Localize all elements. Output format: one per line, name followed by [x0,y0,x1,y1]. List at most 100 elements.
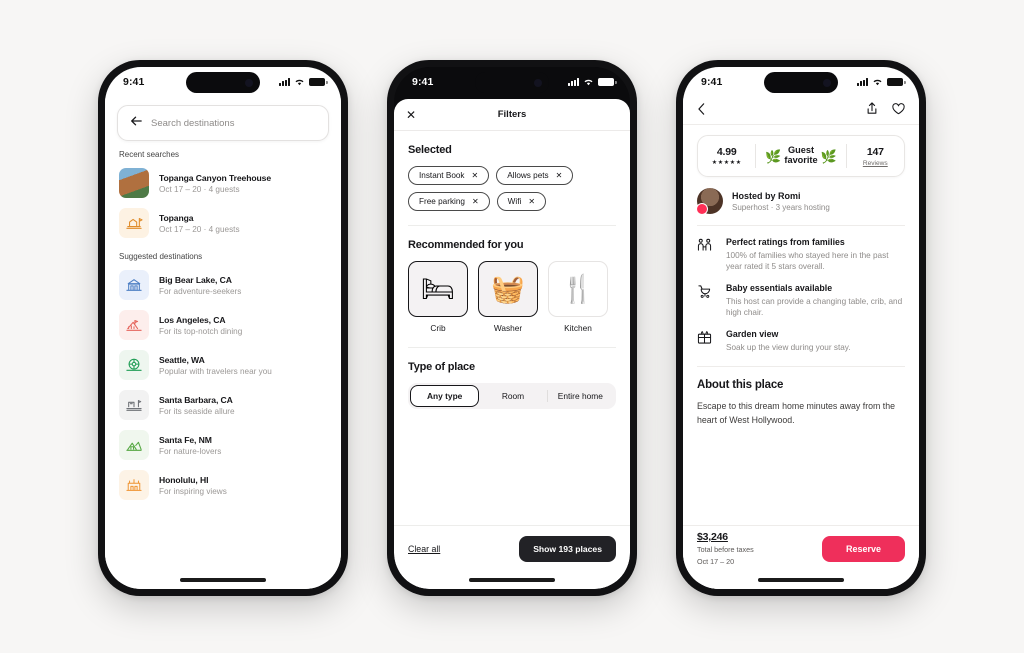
status-time: 9:41 [701,76,723,88]
list-item-subtitle: Oct 17 – 20 · 4 guests [159,184,240,194]
list-item-subtitle: For adventure-seekers [159,286,242,296]
remove-chip-icon[interactable]: ✕ [472,197,479,206]
status-time: 9:41 [412,76,434,88]
city-icon [119,310,149,340]
list-item-title: Topanga [159,212,194,223]
badge-line-2: favorite [784,155,818,165]
back-arrow-icon[interactable] [130,114,142,132]
recent-searches-list: Topanga Canyon Treehouse Oct 17 – 20 · 4… [117,163,329,243]
filters-header: ✕ Filters [394,99,630,131]
kitchen-utensils-icon[interactable]: 🍴 [548,261,608,317]
list-item[interactable]: Santa Fe, NM For nature-lovers [117,425,329,465]
filter-chip[interactable]: Free parking ✕ [408,192,490,211]
filters-footer: Clear all Show 193 places [394,525,630,571]
feature-row: Perfect ratings from families 100% of fa… [697,226,905,272]
washer-icon[interactable]: 🧺 [478,261,538,317]
status-badge: Guest favorite [784,146,817,165]
reserve-button[interactable]: Reserve [821,535,905,562]
listing-scroll: 4.99 ★★★★★ 🌿 Guest favorite 🌿 147 Review… [683,125,919,525]
phone-listing-screen: 9:41 4.99 ★★★★★ 🌿 Guest favorite 🌿 147 R… [676,60,926,596]
list-item[interactable]: Honolulu, HI For inspiring views [117,465,329,505]
feature-row: Garden view Soak up the view during your… [697,318,905,353]
heart-icon[interactable] [892,102,905,120]
share-icon[interactable] [866,101,878,120]
pier-icon [119,390,149,420]
list-item[interactable]: Los Angeles, CA For its top-notch dining [117,305,329,345]
search-input[interactable]: Search destinations [151,118,234,129]
feature-row: Baby essentials available This host can … [697,272,905,318]
amenity-card-kitchen[interactable]: 🍴 Kitchen [548,261,608,333]
list-item-title: Topanga Canyon Treehouse [159,172,272,183]
phone-filters-screen: 9:41 ✕ Filters Selected Instant Book ✕ A… [387,60,637,596]
phone1-screen: 9:41 Search destinations Recent searches… [105,67,341,589]
close-icon[interactable]: ✕ [406,109,416,121]
status-icons [568,78,617,86]
remove-chip-icon[interactable]: ✕ [528,197,535,206]
suggested-destinations-list: Big Bear Lake, CA For adventure-seekers … [117,265,329,505]
list-item-subtitle: For nature-lovers [159,446,222,456]
laurel-left-icon: 🌿 [765,148,782,164]
garden-view-icon [697,329,715,353]
amenity-label: Washer [493,323,523,333]
palace-icon [119,470,149,500]
status-icons [279,78,328,86]
list-item[interactable]: Big Bear Lake, CA For adventure-seekers [117,265,329,305]
remove-chip-icon[interactable]: ✕ [556,171,563,180]
list-item-subtitle: Oct 17 – 20 · 4 guests [159,224,240,234]
badge-line-1: Guest [787,145,815,156]
list-item-subtitle: For inspiring views [159,486,227,496]
list-item[interactable]: Seattle, WA Popular with travelers near … [117,345,329,385]
filter-chip[interactable]: Allows pets ✕ [496,166,574,185]
booking-bar: $3,246 Total before taxes Oct 17 – 20 Re… [683,525,919,571]
host-row[interactable]: Hosted by Romi Superhost · 3 years hosti… [696,177,905,226]
remove-chip-icon[interactable]: ✕ [472,171,479,180]
divider [408,347,616,348]
booking-dates[interactable]: Oct 17 – 20 [697,557,754,566]
list-item[interactable]: Santa Barbara, CA For its seaside allure [117,385,329,425]
filter-chip[interactable]: Wifi ✕ [496,192,547,211]
phone2-screen: 9:41 ✕ Filters Selected Instant Book ✕ A… [394,67,630,589]
amenity-card-crib[interactable]: 🛏 Crib [408,261,468,333]
list-item[interactable]: Topanga Canyon Treehouse Oct 17 – 20 · 4… [117,163,329,203]
reviews-cell[interactable]: 147 Reviews [847,146,904,167]
clear-all-link[interactable]: Clear all [408,544,440,554]
amenity-card-washer[interactable]: 🧺 Washer [478,261,538,333]
crib-icon[interactable]: 🛏 [408,261,468,317]
list-item-subtitle: For its top-notch dining [159,326,243,336]
laurel-right-icon: 🌿 [820,148,837,164]
list-item[interactable]: Topanga Oct 17 – 20 · 4 guests [117,203,329,243]
segment-any-type[interactable]: Any type [410,385,480,407]
show-places-button[interactable]: Show 193 places [519,535,616,562]
search-bar[interactable]: Search destinations [117,105,329,141]
battery-icon [887,78,906,86]
wifi-icon [872,78,883,86]
list-item-title: Santa Barbara, CA [159,394,233,405]
back-chevron-icon[interactable] [697,102,706,120]
ferris-wheel-icon [119,350,149,380]
type-of-place-heading: Type of place [408,361,475,373]
segment-entire-home[interactable]: Entire home [546,385,614,407]
home-indicator [105,571,341,589]
recommended-heading: Recommended for you [408,239,524,251]
dynamic-island [475,72,549,93]
battery-icon [309,78,328,86]
stroller-icon [697,283,715,318]
chip-label: Instant Book [419,171,465,180]
phone1-status-bar: 9:41 [105,67,341,97]
signal-icon [857,78,868,86]
signal-icon [568,78,579,86]
screenshot-stage: 9:41 Search destinations Recent searches… [0,0,1024,653]
filter-chip[interactable]: Instant Book ✕ [408,166,490,185]
dynamic-island [186,72,260,93]
home-indicator [683,571,919,589]
star-rating-icon: ★★★★★ [711,160,742,166]
segment-room[interactable]: Room [479,385,546,407]
list-item-subtitle: For its seaside allure [159,406,235,416]
list-item-subtitle: Popular with travelers near you [159,366,272,376]
rating-score-cell: 4.99 ★★★★★ [698,146,755,166]
host-meta: Superhost · 3 years hosting [732,202,830,212]
price-total: $3,246 [697,531,728,543]
home-indicator [394,571,630,589]
wifi-icon [583,78,594,86]
map-pin-icon [119,208,149,238]
